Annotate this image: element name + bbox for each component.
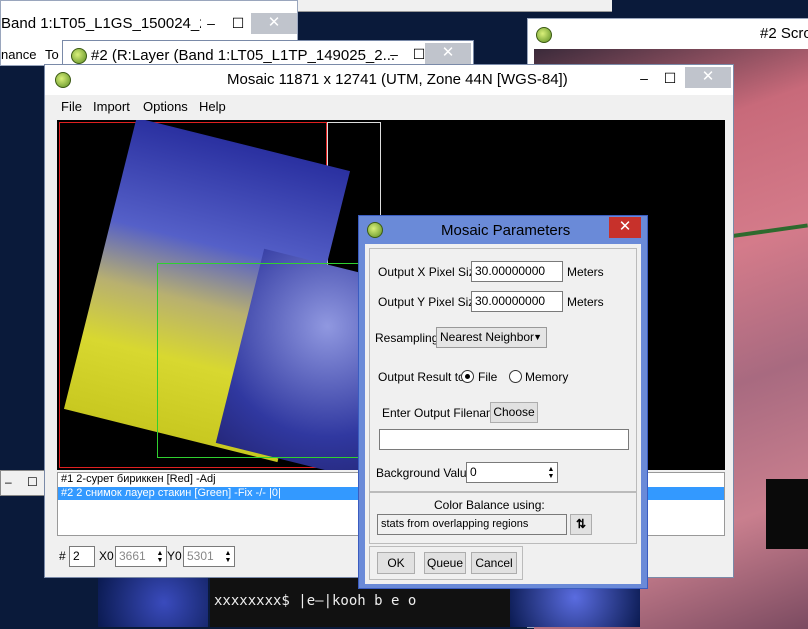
out-y-unit: Meters	[567, 295, 604, 309]
memory-radio-label: Memory	[525, 370, 569, 384]
layer-index-field[interactable]: 2	[69, 546, 95, 567]
mosaic-titlebar: Mosaic 11871 x 12741 (UTM, Zone 44N [WGS…	[45, 65, 733, 95]
memory-radio[interactable]	[509, 370, 522, 383]
params-titlebar: Mosaic Parameters ✕	[359, 216, 647, 244]
band-menu-enhance[interactable]: nance	[1, 47, 36, 62]
mosaic-maximize-button[interactable]: ☐	[655, 68, 685, 90]
resampling-label: Resampling	[375, 331, 439, 345]
menu-file[interactable]: File	[61, 99, 82, 114]
params-dialog: Mosaic Parameters ✕ Output X Pixel Size …	[358, 215, 648, 589]
mosaic-title: Mosaic 11871 x 12741 (UTM, Zone 44N [WGS…	[227, 71, 568, 88]
menu-help[interactable]: Help	[199, 99, 226, 114]
params-title: Mosaic Parameters	[441, 222, 571, 239]
file-radio[interactable]	[461, 370, 474, 383]
scroll-app-icon	[536, 27, 552, 43]
bg-bl-max[interactable]: ☐	[27, 475, 38, 489]
out-x-field[interactable]: 30.00000000	[471, 261, 563, 282]
band-window-title: Band 1:LT05_L1GS_150024_2...	[1, 15, 201, 32]
params-body: Output X Pixel Size 30.00000000 Meters O…	[365, 244, 641, 584]
menu-import[interactable]: Import	[93, 99, 130, 114]
y0-label: Y0	[167, 549, 182, 563]
status-hash-label: #	[59, 549, 66, 563]
queue-button[interactable]: Queue	[424, 552, 466, 574]
out-y-field[interactable]: 30.00000000	[471, 291, 563, 312]
chevron-down-icon: ▼	[533, 332, 542, 342]
band-maximize-button[interactable]: ☐	[223, 13, 253, 35]
sort-arrows-icon[interactable]: ⇅	[570, 514, 592, 535]
out-x-label: Output X Pixel Size	[378, 265, 482, 279]
background-label: Background Value	[376, 466, 474, 480]
background-spinner-icon[interactable]: ▲ ▼	[545, 466, 557, 480]
ok-button[interactable]: OK	[377, 552, 415, 574]
filename-label: Enter Output Filename	[382, 406, 503, 420]
filename-field[interactable]	[379, 429, 629, 450]
cancel-button[interactable]: Cancel	[471, 552, 517, 574]
resampling-value: Nearest Neighbor	[440, 330, 535, 344]
band-menu-tools[interactable]: To	[45, 47, 59, 62]
params-close-button[interactable]: ✕	[609, 217, 641, 238]
mosaic-menubar: File Import Options Help	[45, 96, 733, 118]
band-minimize-button[interactable]: –	[196, 13, 226, 35]
x0-label: X0	[99, 549, 114, 563]
file-radio-label: File	[478, 370, 498, 384]
bg-bottom-image-left	[98, 578, 208, 627]
out-x-unit: Meters	[567, 265, 604, 279]
x0-spinner-icon[interactable]: ▲ ▼	[154, 550, 166, 564]
band-close-button[interactable]: ✕	[251, 13, 297, 34]
file-radio-dot-icon	[465, 374, 470, 379]
bg-bottom-left-window: – ☐	[0, 470, 48, 496]
resampling-select[interactable]: Nearest Neighbor ▼	[436, 327, 547, 348]
menu-options[interactable]: Options	[143, 99, 188, 114]
top-window-edge	[298, 0, 612, 12]
layer-app-icon	[71, 48, 87, 64]
y0-spinner-icon[interactable]: ▲ ▼	[222, 550, 234, 564]
layer-close-button[interactable]: ✕	[425, 43, 471, 64]
mosaic-close-button[interactable]: ✕	[685, 67, 731, 88]
color-balance-label: Color Balance using:	[434, 498, 545, 512]
mosaic-app-icon	[55, 72, 71, 88]
layer-window-title: #2 (R:Layer (Band 1:LT05_L1TP_149025_2..…	[91, 47, 396, 64]
bg-bl-min[interactable]: –	[5, 475, 12, 489]
output-result-label: Output Result to	[378, 370, 465, 384]
out-y-label: Output Y Pixel Size	[378, 295, 481, 309]
choose-button[interactable]: Choose	[490, 402, 538, 423]
params-app-icon	[367, 222, 383, 238]
scroll-window-title: #2 Scro	[760, 25, 808, 42]
color-balance-field[interactable]: stats from overlapping regions	[377, 514, 567, 535]
scroll-black-corner	[766, 479, 808, 549]
